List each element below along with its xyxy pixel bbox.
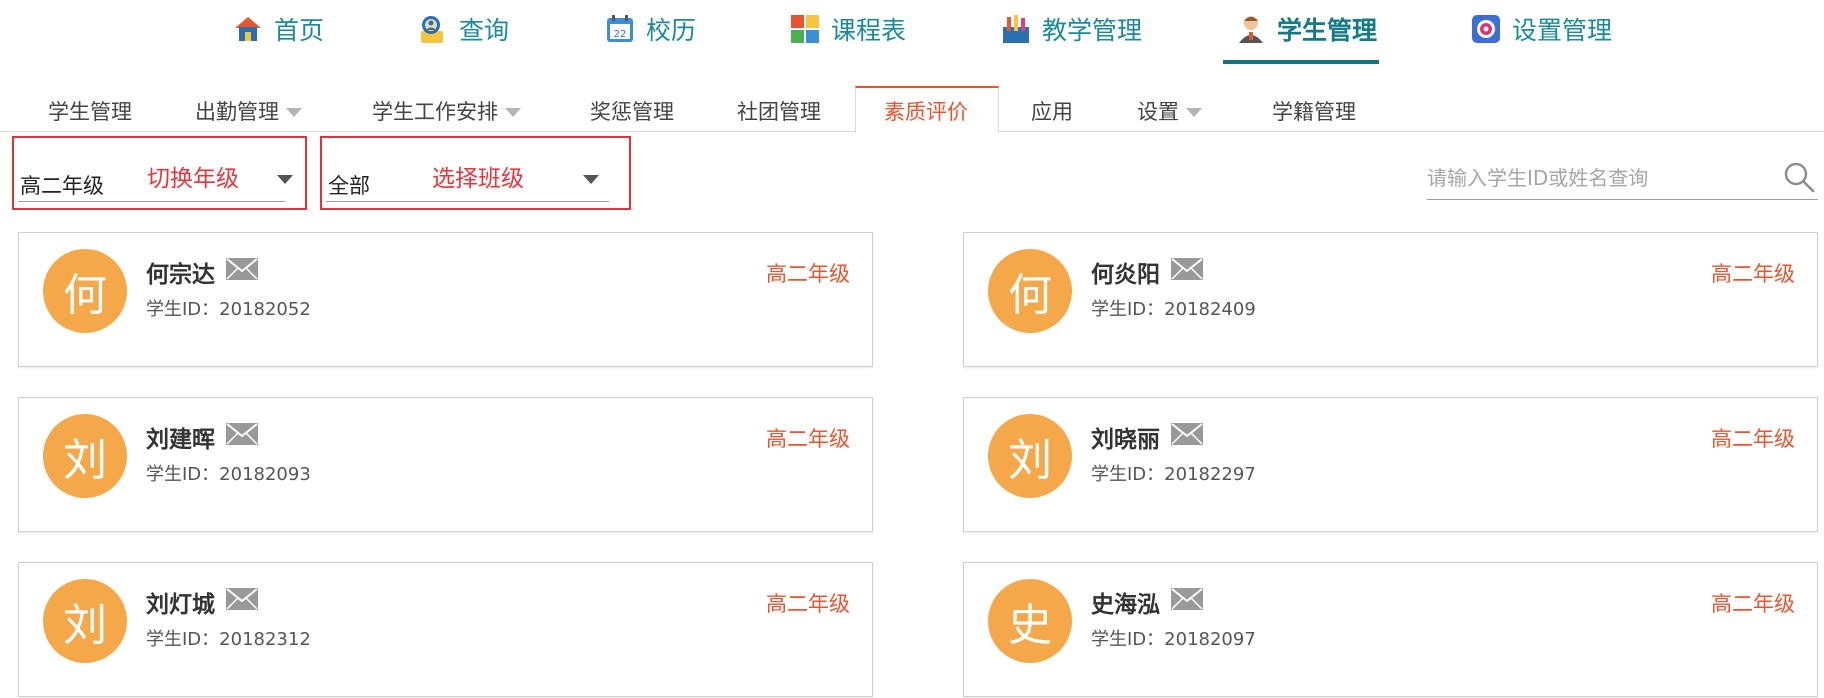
student-card[interactable]: 刘 刘晓丽 学生ID：20182297 高二年级 bbox=[963, 397, 1818, 532]
subtab-label: 设置 bbox=[1137, 100, 1179, 124]
student-grade: 高二年级 bbox=[766, 262, 850, 286]
subtab-clubs[interactable]: 社团管理 bbox=[737, 86, 821, 132]
topnav-label: 首页 bbox=[274, 16, 325, 45]
subtab-quality-evaluation[interactable]: 素质评价 bbox=[855, 86, 999, 133]
subtab-apps[interactable]: 应用 bbox=[1031, 86, 1073, 132]
topnav-item-calendar[interactable]: 22 校历 bbox=[604, 0, 696, 66]
student-card[interactable]: 何 何宗达 学生ID：20182052 高二年级 bbox=[18, 232, 873, 367]
subtab-label: 应用 bbox=[1031, 100, 1073, 124]
calendar-icon: 22 bbox=[604, 13, 636, 45]
chevron-down-icon bbox=[505, 108, 521, 117]
student-grade: 高二年级 bbox=[1711, 262, 1795, 286]
top-navigation: 首页 查询 22 校历 课程表 教学管理 学生管理 设置管理 bbox=[0, 0, 1824, 66]
student-id: 学生ID：20182097 bbox=[1091, 629, 1256, 650]
mail-icon[interactable] bbox=[226, 258, 258, 280]
search-input[interactable] bbox=[1427, 160, 1757, 196]
subtab-label: 学生管理 bbox=[48, 100, 132, 124]
student-grade: 高二年级 bbox=[1711, 592, 1795, 616]
student-name: 刘建晖 bbox=[146, 427, 215, 453]
svg-text:22: 22 bbox=[614, 29, 627, 40]
mail-icon[interactable] bbox=[1171, 423, 1203, 445]
class-select-value: 全部 bbox=[328, 174, 370, 198]
student-name: 刘灯城 bbox=[146, 592, 215, 618]
avatar: 何 bbox=[43, 249, 127, 333]
topnav-label: 课程表 bbox=[831, 16, 907, 45]
timetable-icon bbox=[789, 13, 821, 45]
chevron-down-icon bbox=[1186, 108, 1202, 117]
student-grade: 高二年级 bbox=[1711, 427, 1795, 451]
subtab-enrollment[interactable]: 学籍管理 bbox=[1272, 86, 1356, 132]
topnav-item-student-management[interactable]: 学生管理 bbox=[1235, 0, 1377, 66]
student-card[interactable]: 刘 刘灯城 学生ID：20182312 高二年级 bbox=[18, 562, 873, 697]
topnav-label: 设置管理 bbox=[1512, 16, 1613, 45]
grade-select-value: 高二年级 bbox=[20, 174, 104, 198]
subtab-rewards-punishments[interactable]: 奖惩管理 bbox=[590, 86, 674, 132]
topnav-item-home[interactable]: 首页 bbox=[232, 0, 324, 66]
student-card[interactable]: 刘 刘建晖 学生ID：20182093 高二年级 bbox=[18, 397, 873, 532]
topnav-item-timetable[interactable]: 课程表 bbox=[789, 0, 906, 66]
grade-filter-annotation: 高二年级 切换年级 bbox=[12, 136, 307, 210]
subtab-student-management[interactable]: 学生管理 bbox=[48, 86, 132, 132]
avatar: 何 bbox=[988, 249, 1072, 333]
subtab-label: 社团管理 bbox=[737, 100, 821, 124]
subtab-label: 奖惩管理 bbox=[590, 100, 674, 124]
student-id: 学生ID：20182409 bbox=[1091, 299, 1256, 320]
student-id: 学生ID：20182297 bbox=[1091, 464, 1256, 485]
topnav-label: 教学管理 bbox=[1042, 16, 1143, 45]
mail-icon[interactable] bbox=[1171, 588, 1203, 610]
topnav-item-settings[interactable]: 设置管理 bbox=[1470, 0, 1612, 66]
student-grade: 高二年级 bbox=[766, 427, 850, 451]
student-name: 刘晓丽 bbox=[1091, 427, 1160, 453]
mail-icon[interactable] bbox=[226, 423, 258, 445]
subtab-label: 素质评价 bbox=[884, 100, 968, 124]
topnav-item-teaching[interactable]: 教学管理 bbox=[1000, 0, 1142, 66]
topnav-label: 查询 bbox=[459, 16, 510, 45]
student-id: 学生ID：20182052 bbox=[146, 299, 311, 320]
subtab-work-arrangement[interactable]: 学生工作安排 bbox=[372, 86, 521, 132]
student-id: 学生ID：20182312 bbox=[146, 629, 311, 650]
avatar: 史 bbox=[988, 579, 1072, 663]
subtab-label: 出勤管理 bbox=[195, 100, 279, 124]
student-grade: 高二年级 bbox=[766, 592, 850, 616]
student-search bbox=[1427, 158, 1818, 200]
student-name: 何炎阳 bbox=[1091, 262, 1160, 288]
mail-icon[interactable] bbox=[226, 588, 258, 610]
student-name: 何宗达 bbox=[146, 262, 215, 288]
student-id: 学生ID：20182093 bbox=[146, 464, 311, 485]
chevron-down-icon bbox=[286, 108, 302, 117]
avatar: 刘 bbox=[988, 414, 1072, 498]
dropdown-arrow-icon[interactable] bbox=[277, 175, 293, 184]
student-card[interactable]: 何 何炎阳 学生ID：20182409 高二年级 bbox=[963, 232, 1818, 367]
home-icon bbox=[232, 13, 264, 45]
student-name: 史海泓 bbox=[1091, 592, 1160, 618]
teaching-icon bbox=[1000, 13, 1032, 45]
class-filter-hint: 选择班级 bbox=[432, 166, 524, 192]
avatar: 刘 bbox=[43, 414, 127, 498]
mail-icon[interactable] bbox=[1171, 258, 1203, 280]
topnav-label: 学生管理 bbox=[1277, 16, 1378, 45]
avatar: 刘 bbox=[43, 579, 127, 663]
class-filter-annotation: 全部 选择班级 bbox=[320, 136, 631, 210]
subtab-attendance[interactable]: 出勤管理 bbox=[195, 86, 302, 132]
search-icon[interactable] bbox=[1782, 160, 1816, 194]
search-person-icon bbox=[417, 13, 449, 45]
sub-tabs: 学生管理 出勤管理 学生工作安排 奖惩管理 社团管理 素质评价 应用 设置 学籍… bbox=[0, 86, 1824, 133]
grade-filter-hint: 切换年级 bbox=[147, 166, 239, 192]
subtab-settings[interactable]: 设置 bbox=[1137, 86, 1202, 132]
dropdown-arrow-icon[interactable] bbox=[583, 175, 599, 184]
student-icon bbox=[1235, 13, 1267, 45]
student-card[interactable]: 史 史海泓 学生ID：20182097 高二年级 bbox=[963, 562, 1818, 697]
subtab-label: 学籍管理 bbox=[1272, 100, 1356, 124]
active-tab-underline bbox=[1223, 60, 1379, 64]
topnav-label: 校历 bbox=[646, 16, 697, 45]
topnav-item-query[interactable]: 查询 bbox=[417, 0, 509, 66]
subtab-label: 学生工作安排 bbox=[372, 100, 498, 124]
settings-icon bbox=[1470, 13, 1502, 45]
